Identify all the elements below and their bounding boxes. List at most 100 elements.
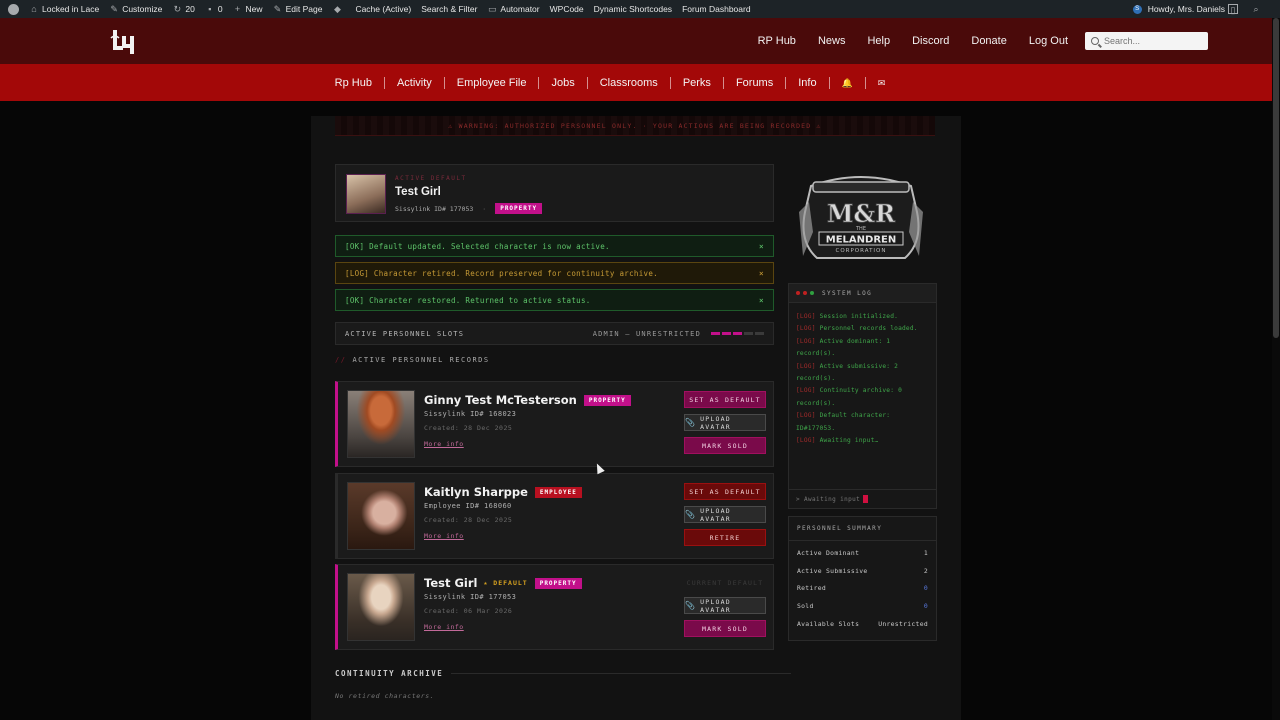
active-default-label: ACTIVE DEFAULT [395, 175, 467, 182]
summary-title: PERSONNEL SUMMARY [789, 517, 936, 541]
home-icon: ⌂ [31, 4, 37, 14]
slots-indicator [709, 332, 764, 335]
subnav-classrooms[interactable]: Classrooms [588, 76, 671, 89]
log-line: [LOG] Active submissive: 2 record(s). [796, 362, 899, 383]
character-name-row: Test Girl ★ DEFAULT PROPERTY [424, 576, 582, 590]
system-log-prompt[interactable]: > Awaiting input [789, 489, 936, 508]
subnav-activity[interactable]: Activity [385, 76, 445, 89]
active-default-id: Sissylink ID# 177053 [395, 204, 474, 213]
wordpress-icon[interactable] [8, 3, 19, 15]
paperclip-icon: 📎 [685, 601, 697, 610]
subnav-rp-hub[interactable]: Rp Hub [323, 76, 385, 89]
mark-sold-button[interactable]: MARK SOLD [684, 620, 766, 637]
topnav-discord[interactable]: Discord [912, 35, 949, 47]
topnav-news[interactable]: News [818, 35, 846, 47]
adminbar-new[interactable]: + New [233, 4, 263, 14]
scrollbar-thumb[interactable] [1273, 18, 1279, 338]
adminbar-automator[interactable]: ▭ Automator [487, 4, 539, 14]
upload-avatar-button[interactable]: 📎 UPLOAD AVATAR [684, 506, 766, 523]
close-icon[interactable]: × [759, 296, 764, 305]
summary-row: Active Dominant 1 [797, 548, 928, 557]
bell-icon[interactable]: 🔔 [830, 76, 866, 89]
mail-icon[interactable]: ✉ [866, 77, 898, 89]
character-created: Created: 28 Dec 2025 [424, 424, 513, 432]
brand-name: MELANDREN [826, 235, 896, 246]
topnav-log-out[interactable]: Log Out [1029, 35, 1068, 47]
subnav-perks[interactable]: Perks [671, 76, 724, 89]
alert-default-updated: [OK] Default updated. Selected character… [335, 235, 774, 257]
melandren-corporation-logo: M&R THE MELANDREN CORPORATION [799, 176, 923, 259]
topnav-rp-hub[interactable]: RP Hub [758, 35, 796, 47]
search-input[interactable] [1104, 36, 1204, 46]
personnel-slots-bar: ACTIVE PERSONNEL SLOTS ADMIN — UNRESTRIC… [335, 322, 774, 345]
diamond-icon: ◆ [333, 4, 341, 14]
active-default-avatar [346, 174, 386, 214]
adminbar-comments[interactable]: ▪ 0 [205, 4, 222, 14]
slot-filled [722, 332, 731, 335]
adminbar-site[interactable]: ⌂ Locked in Lace [29, 4, 99, 14]
adminbar-dynamic-shortcodes[interactable]: Dynamic Shortcodes [594, 4, 672, 14]
log-line: [LOG] Continuity archive: 0 record(s). [796, 387, 903, 407]
adminbar-forum-dashboard[interactable]: Forum Dashboard [682, 4, 751, 14]
adminbar-cache[interactable]: Cache (Active) [355, 4, 411, 14]
character-name-row: Kaitlyn Sharppe EMPLOYEE [424, 485, 582, 499]
character-name: Ginny Test McTesterson [424, 393, 577, 407]
text-cursor [863, 495, 869, 503]
topnav-donate[interactable]: Donate [971, 35, 1006, 47]
summary-row: Available Slots Unrestricted [797, 619, 928, 628]
character-created: Created: 06 Mar 2026 [424, 607, 513, 615]
upload-avatar-button[interactable]: 📎 UPLOAD AVATAR [684, 414, 766, 431]
subnav-info[interactable]: Info [786, 76, 830, 89]
subnav-forums[interactable]: Forums [724, 76, 787, 89]
adminbar-howdy[interactable]: Howdy, Mrs. Daniels ▯ [1148, 4, 1241, 15]
adminbar-edit-page[interactable]: ✎ Edit Page [273, 4, 323, 14]
character-name: Kaitlyn Sharppe [424, 485, 528, 499]
close-icon[interactable]: × [759, 269, 764, 278]
set-as-default-button[interactable]: SET AS DEFAULT [684, 483, 766, 500]
subnav-jobs[interactable]: Jobs [539, 76, 588, 89]
page-scrollbar[interactable] [1272, 18, 1280, 720]
user-avatar[interactable]: S [1132, 4, 1142, 14]
brand-the: THE [855, 226, 866, 232]
robot-icon: ▭ [488, 4, 497, 14]
wp-admin-bar: ⌂ Locked in Lace ✎ Customize ↻ 20 ▪ 0 + New ✎… [0, 0, 1280, 18]
more-info-link[interactable]: More info [424, 532, 464, 540]
slots-label: ACTIVE PERSONNEL SLOTS [345, 329, 465, 338]
slot-filled [711, 332, 720, 335]
site-header: RP Hub News Help Discord Donate Log Out [0, 18, 1280, 64]
site-logo[interactable] [110, 28, 142, 54]
paperclip-icon: 📎 [685, 418, 697, 427]
adminbar-diamond[interactable]: ◆ [332, 4, 345, 14]
upload-avatar-button[interactable]: 📎 UPLOAD AVATAR [684, 597, 766, 614]
personnel-card: Kaitlyn Sharppe EMPLOYEE Employee ID# 168… [335, 473, 774, 559]
set-as-default-button[interactable]: SET AS DEFAULT [684, 391, 766, 408]
mark-sold-button[interactable]: MARK SOLD [684, 437, 766, 454]
subnav-employee-file[interactable]: Employee File [445, 76, 540, 89]
more-info-link[interactable]: More info [424, 623, 464, 631]
adminbar-search[interactable]: ⌕ [1251, 4, 1264, 14]
alert-text: [OK] Character restored. Returned to act… [345, 295, 591, 305]
property-badge: PROPERTY [583, 394, 631, 406]
close-icon[interactable]: × [759, 242, 764, 251]
alert-text: [LOG] Character retired. Record preserve… [345, 268, 658, 278]
character-id: Sissylink ID# 177053 [424, 593, 517, 601]
system-log-body: [LOG] Session initialized. [LOG] Personn… [789, 303, 936, 455]
archive-empty-text: No retired characters. [335, 692, 435, 700]
log-line: [LOG] Awaiting input… [796, 437, 879, 445]
adminbar-customize[interactable]: ✎ Customize [109, 4, 162, 14]
brush-icon: ✎ [110, 4, 118, 14]
retire-button[interactable]: RETIRE [684, 529, 766, 546]
adminbar-updates[interactable]: ↻ 20 [172, 4, 195, 14]
more-info-link[interactable]: More info [424, 440, 464, 448]
adminbar-search-filter[interactable]: Search & Filter [421, 4, 477, 14]
plus-icon: + [234, 4, 241, 14]
summary-row: Sold 0 [797, 601, 928, 610]
site-search [1085, 32, 1208, 50]
topnav-help[interactable]: Help [867, 35, 890, 47]
character-id: Sissylink ID# 168023 [424, 410, 517, 418]
status-dot-red [796, 291, 800, 295]
adminbar-wpcode[interactable]: WPCode [550, 4, 584, 14]
search-icon: ⌕ [1253, 4, 1259, 14]
property-badge: PROPERTY [534, 577, 582, 589]
paperclip-icon: 📎 [685, 510, 697, 519]
